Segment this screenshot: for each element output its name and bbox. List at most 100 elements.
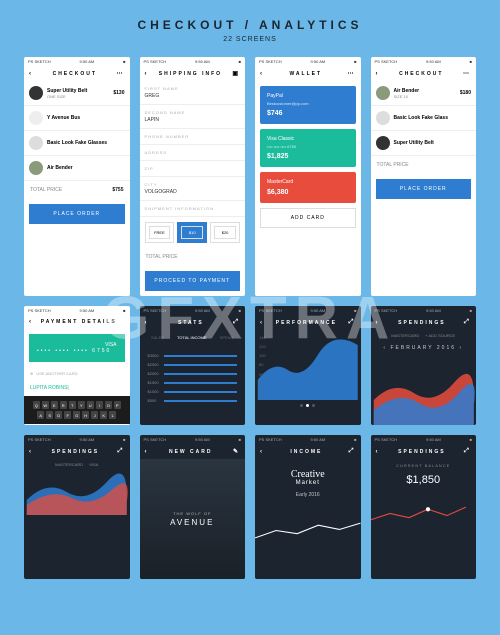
key[interactable]: F bbox=[64, 411, 71, 419]
product-thumb bbox=[29, 86, 43, 100]
product-row[interactable]: Air BenderSIZE 10$180 bbox=[371, 81, 477, 106]
key[interactable]: H bbox=[82, 411, 89, 419]
key[interactable]: Y bbox=[78, 401, 85, 409]
screen-spendings-1: PS SKETCH9:50 AM■ ‹SPENDINGS⤢ MASTERCARD… bbox=[371, 306, 477, 425]
back-icon[interactable]: ‹ bbox=[145, 449, 149, 455]
status-bar: PS SKETCH9:50 AM■ bbox=[24, 306, 130, 315]
cardholder-input[interactable]: LUPITA ROBINS| bbox=[24, 380, 130, 396]
screen-new-card: PS SKETCH9:50 AM■ ‹NEW CARD✎ THE WOLF OF… bbox=[140, 435, 246, 579]
more-icon[interactable]: ⋯ bbox=[117, 70, 125, 77]
page-header: CHECKOUT / ANALYTICS 22 SCREENS bbox=[0, 0, 500, 57]
title-bar: ‹PAYMENT DETAILS bbox=[24, 315, 130, 329]
use-another-card[interactable]: ⊕USE ANOTHER CARD bbox=[24, 367, 130, 380]
back-icon[interactable]: ‹ bbox=[376, 71, 380, 77]
tab[interactable]: SALES bbox=[151, 335, 164, 340]
back-icon[interactable]: ‹ bbox=[260, 449, 264, 455]
back-icon[interactable]: ‹ bbox=[376, 320, 380, 326]
product-thumb bbox=[29, 136, 43, 150]
key[interactable]: A bbox=[37, 411, 44, 419]
ship-option[interactable]: FREE bbox=[145, 222, 175, 243]
chart-icon[interactable]: ⤢ bbox=[464, 319, 471, 326]
key[interactable]: E bbox=[51, 401, 58, 409]
title-bar: ‹PERFORMANCE⤢ bbox=[255, 315, 361, 330]
chart-icon[interactable]: ⤢ bbox=[349, 448, 356, 455]
chart-icon[interactable]: ⤢ bbox=[118, 448, 125, 455]
product-thumb bbox=[376, 136, 390, 150]
key[interactable]: P bbox=[114, 401, 121, 409]
proceed-button[interactable]: PROCEED TO PAYMENT bbox=[145, 271, 241, 291]
legend: MASTERCARD+ ADD SOURCE bbox=[371, 330, 477, 341]
city-field[interactable]: CITYVOLGOGRAD bbox=[140, 177, 246, 201]
tab[interactable]: TOTAL INCOME bbox=[177, 335, 206, 340]
product-thumb bbox=[29, 111, 43, 125]
pager-dots[interactable] bbox=[255, 400, 361, 411]
back-icon[interactable]: ‹ bbox=[29, 319, 33, 325]
key[interactable]: J bbox=[91, 411, 98, 419]
ship-option[interactable]: $20 bbox=[210, 222, 240, 243]
chart-icon[interactable]: ⤢ bbox=[464, 448, 471, 455]
more-icon[interactable]: ⋯ bbox=[463, 70, 471, 77]
wallet-card-mc[interactable]: MasterCard$6,380 bbox=[260, 172, 356, 203]
zip-field[interactable]: ZIP bbox=[140, 161, 246, 177]
keyboard: QWERTYUIOP ASDFGHJKL bbox=[24, 396, 130, 424]
product-row[interactable]: Y Avenue Bus bbox=[24, 106, 130, 131]
key[interactable]: K bbox=[100, 411, 107, 419]
key[interactable]: W bbox=[42, 401, 49, 409]
chart-icon[interactable]: ⤢ bbox=[233, 319, 240, 326]
status-bar: PS SKETCH9:50 AM■ bbox=[140, 57, 246, 66]
more-icon[interactable]: ⋯ bbox=[348, 70, 356, 77]
product-row[interactable]: Super Utility Belt bbox=[371, 131, 477, 156]
tab[interactable]: SPEND bbox=[220, 335, 234, 340]
payment-card[interactable]: VISA•••• •••• •••• 6750 bbox=[29, 334, 125, 362]
status-bar: PS SKETCH9:50 AM■ bbox=[255, 306, 361, 315]
first-name-field[interactable]: FIRST NAMEGREG bbox=[140, 81, 246, 105]
key[interactable]: G bbox=[73, 411, 80, 419]
key[interactable]: I bbox=[96, 401, 103, 409]
screen-wallet: PS SKETCH9:50 AM■ ‹WALLET⋯ PayPalBestcus… bbox=[255, 57, 361, 296]
title-bar: ‹WALLET⋯ bbox=[255, 66, 361, 81]
address-field[interactable]: ADRESS bbox=[140, 145, 246, 161]
title-bar: ‹SPENDINGS⤢ bbox=[24, 444, 130, 459]
title-bar: ‹SPENDINGS⤢ bbox=[371, 315, 477, 330]
product-row[interactable]: Air Bender bbox=[24, 156, 130, 181]
key[interactable]: U bbox=[87, 401, 94, 409]
wallet-card-visa[interactable]: Visa Classic•••• •••• •••• 6750$1,825 bbox=[260, 129, 356, 167]
place-order-button[interactable]: PLACE ORDER bbox=[376, 179, 472, 199]
screen-checkout-1: PS SKETCH9:50 AM■ ‹CHECKOUT⋯ Super Utili… bbox=[24, 57, 130, 296]
page-title: CHECKOUT / ANALYTICS bbox=[0, 18, 500, 32]
key[interactable]: S bbox=[46, 411, 53, 419]
key[interactable]: R bbox=[60, 401, 67, 409]
product-row[interactable]: Super Utility BeltONE SIZE$130 bbox=[24, 81, 130, 106]
back-icon[interactable]: ‹ bbox=[29, 449, 33, 455]
back-icon[interactable]: ‹ bbox=[260, 320, 264, 326]
bag-icon[interactable]: ▣ bbox=[232, 70, 240, 77]
ship-options: FREE $10 $20 bbox=[140, 217, 246, 248]
wallet-card-paypal[interactable]: PayPalBestcustomer@pp.com$746 bbox=[260, 86, 356, 124]
product-row[interactable]: Basic Look Fake Glasses bbox=[24, 131, 130, 156]
place-order-button[interactable]: PLACE ORDER bbox=[29, 204, 125, 224]
back-icon[interactable]: ‹ bbox=[29, 71, 33, 77]
total-row: TOTAL PRICE bbox=[371, 156, 477, 174]
key[interactable]: D bbox=[55, 411, 62, 419]
key[interactable]: Q bbox=[33, 401, 40, 409]
back-icon[interactable]: ‹ bbox=[260, 71, 264, 77]
back-icon[interactable]: ‹ bbox=[145, 320, 149, 326]
status-bar: PS SKETCH9:50 AM■ bbox=[140, 435, 246, 444]
income-chart bbox=[255, 508, 361, 553]
second-name-field[interactable]: SECOND NAMELAPIN bbox=[140, 105, 246, 129]
key[interactable]: O bbox=[105, 401, 112, 409]
ship-option[interactable]: $10 bbox=[177, 222, 207, 243]
total-row: TOTAL PRICE$755 bbox=[24, 181, 130, 199]
key[interactable]: L bbox=[109, 411, 116, 419]
phone-field[interactable]: PHONE NUMBER bbox=[140, 129, 246, 145]
screen-balance: PS SKETCH9:50 AM■ ‹SPENDINGS⤢ CURRENT BA… bbox=[371, 435, 477, 579]
product-row[interactable]: Basic Look Fake Glass bbox=[371, 106, 477, 131]
month-selector[interactable]: ‹ FEBRUARY 2016 › bbox=[371, 341, 477, 355]
back-icon[interactable]: ‹ bbox=[145, 71, 149, 77]
add-card-button[interactable]: ADD CARD bbox=[260, 208, 356, 228]
edit-icon[interactable]: ✎ bbox=[233, 448, 240, 455]
key[interactable]: T bbox=[69, 401, 76, 409]
chart-icon[interactable]: ⤢ bbox=[349, 319, 356, 326]
shipment-header: SHIPMENT INFORMATION bbox=[140, 201, 246, 217]
back-icon[interactable]: ‹ bbox=[376, 449, 380, 455]
